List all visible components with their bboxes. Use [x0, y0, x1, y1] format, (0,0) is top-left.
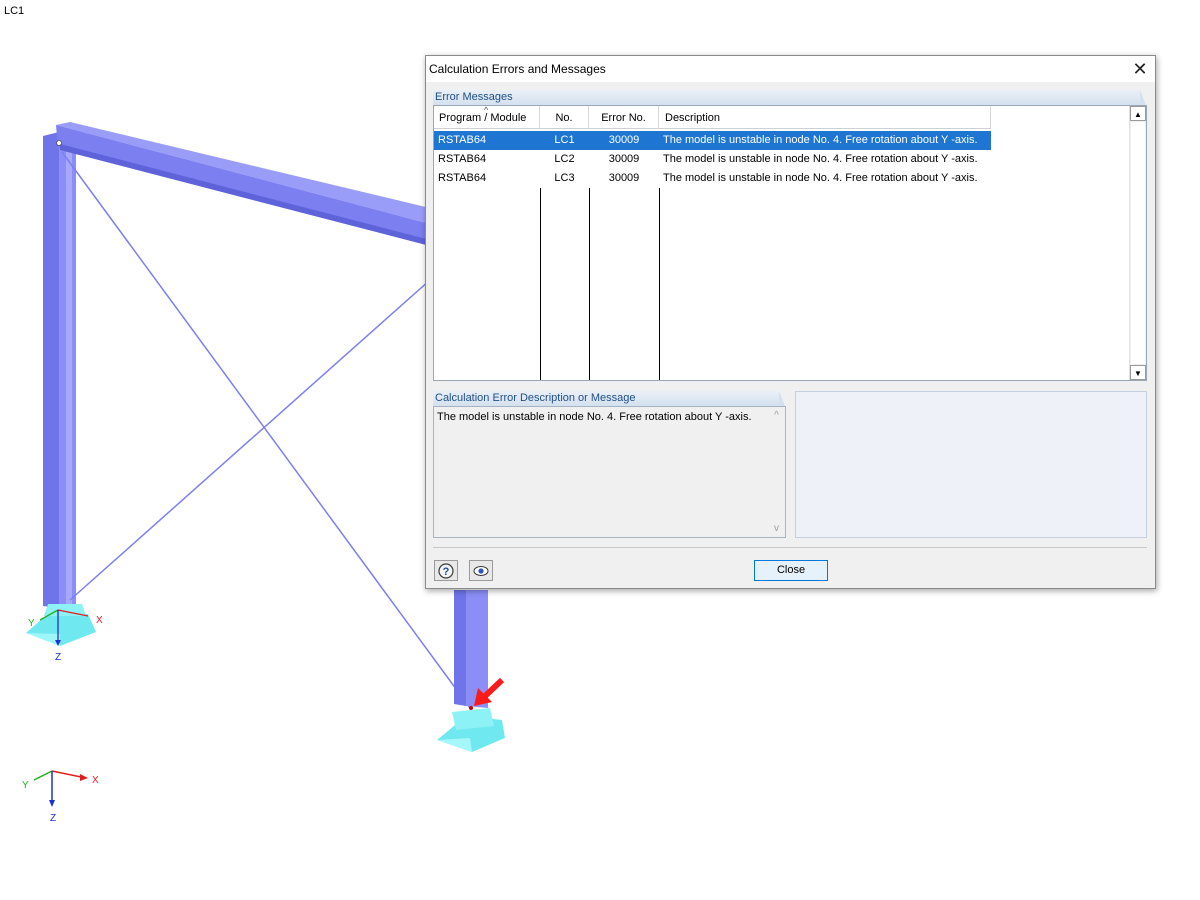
column-header-error-no[interactable]: Error No. [589, 106, 659, 128]
detail-preview-panel [795, 391, 1147, 538]
left-column[interactable] [43, 132, 76, 610]
table-row[interactable]: RSTAB64 LC3 30009 The model is unstable … [434, 169, 991, 188]
cell-error-no: 30009 [608, 172, 640, 184]
cell-no: LC3 [554, 172, 575, 184]
scroll-down-icon[interactable]: ▼ [1130, 365, 1146, 380]
error-messages-header: Error Messages [433, 90, 1146, 105]
view-button[interactable] [469, 560, 493, 581]
description-scrollbar[interactable]: ^ v [768, 407, 785, 537]
column-header-no[interactable]: No. [540, 106, 589, 128]
column-divider [659, 188, 660, 380]
scroll-up-icon[interactable]: ^ [768, 410, 785, 421]
error-description-box[interactable]: The model is unstable in node No. 4. Fre… [433, 406, 786, 538]
node-axis-y-label: Y [28, 618, 35, 629]
close-icon[interactable]: ✕ [1125, 56, 1155, 82]
svg-text:?: ? [443, 566, 450, 578]
column-divider [589, 188, 590, 380]
table-row[interactable]: RSTAB64 LC1 30009 The model is unstable … [434, 131, 991, 150]
column-header-program[interactable]: ^ Program / Module [434, 106, 540, 128]
help-icon: ? [438, 563, 454, 579]
global-axis-z-label: Z [50, 813, 56, 824]
footer-separator [433, 547, 1147, 548]
sort-ascending-icon: ^ [484, 105, 489, 115]
eye-icon [473, 566, 489, 576]
node-axis-z-label: Z [55, 652, 61, 663]
top-beam[interactable] [56, 122, 430, 246]
cell-error-no: 30009 [608, 134, 640, 146]
global-axis-x-label: X [92, 775, 99, 786]
cell-no: LC1 [554, 134, 575, 146]
column-divider [540, 188, 541, 380]
cell-no: LC2 [554, 153, 575, 165]
cell-program: RSTAB64 [438, 134, 487, 146]
table-vertical-scrollbar[interactable]: ▲ ▼ [1129, 106, 1146, 380]
cell-error-no: 30009 [608, 153, 640, 165]
node-axis-x-label: X [96, 615, 103, 626]
bracing-2[interactable] [69, 279, 431, 601]
scroll-thumb[interactable] [1131, 122, 1145, 364]
global-axis-y-label: Y [22, 780, 29, 791]
table-header: ^ Program / Module No. Error No. Descrip… [434, 106, 991, 129]
global-axes-icon [33, 770, 88, 807]
scroll-down-icon[interactable]: v [768, 523, 785, 534]
help-button[interactable]: ? [434, 560, 458, 581]
cell-description: The model is unstable in node No. 4. Fre… [663, 172, 978, 184]
cell-program: RSTAB64 [438, 153, 487, 165]
table-row[interactable]: RSTAB64 LC2 30009 The model is unstable … [434, 150, 991, 169]
cell-description: The model is unstable in node No. 4. Fre… [663, 134, 978, 146]
dialog-title: Calculation Errors and Messages [429, 62, 606, 76]
cell-program: RSTAB64 [438, 172, 487, 184]
column-header-description[interactable]: Description [659, 106, 991, 128]
cell-description: The model is unstable in node No. 4. Fre… [663, 153, 978, 165]
support-right[interactable] [437, 706, 505, 752]
error-messages-table[interactable]: ^ Program / Module No. Error No. Descrip… [433, 105, 1147, 381]
dialog-titlebar[interactable]: Calculation Errors and Messages ✕ [426, 56, 1155, 82]
error-description-text: The model is unstable in node No. 4. Fre… [437, 411, 752, 423]
scroll-up-icon[interactable]: ▲ [1130, 106, 1146, 121]
error-description-header: Calculation Error Description or Message [433, 391, 785, 406]
close-button[interactable]: Close [754, 560, 828, 581]
right-column[interactable] [454, 590, 488, 708]
